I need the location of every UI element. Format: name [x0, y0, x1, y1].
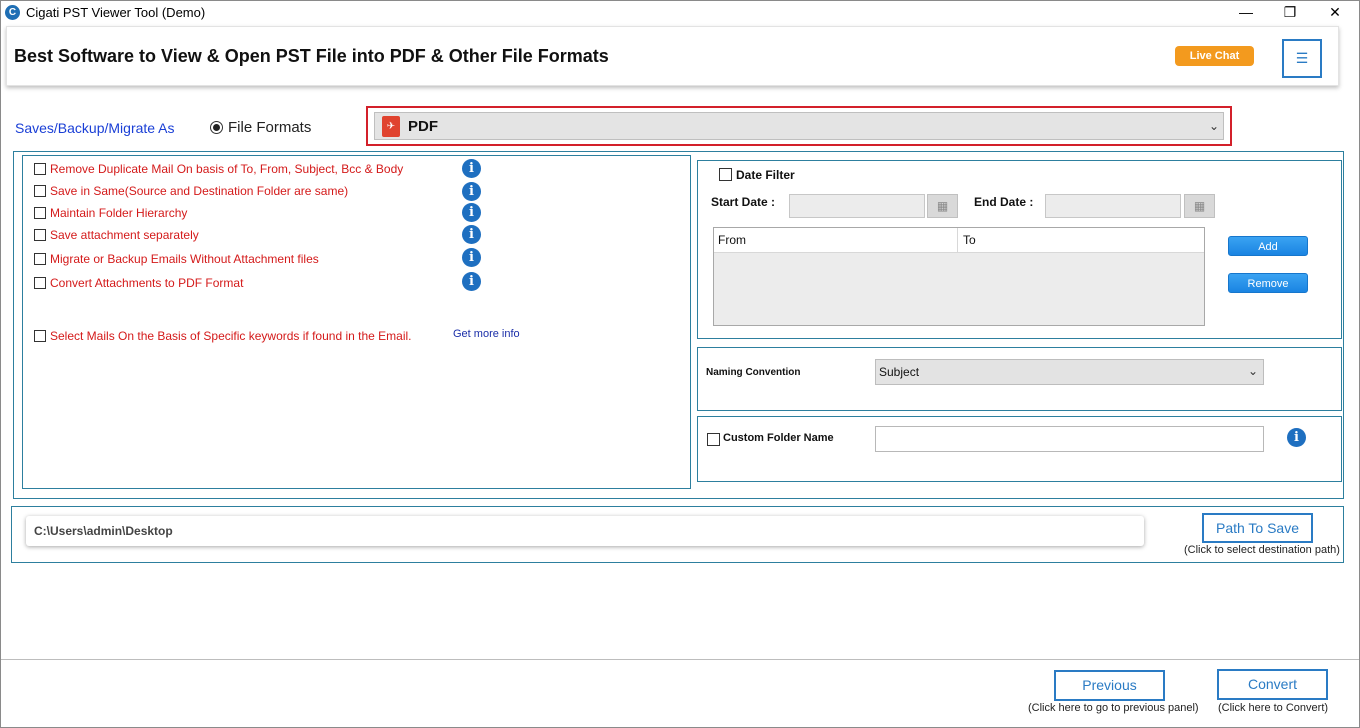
- naming-convention-dropdown[interactable]: Subject ⌄: [875, 359, 1264, 385]
- end-date-input[interactable]: [1045, 194, 1181, 218]
- date-filter-label: Date Filter: [736, 168, 795, 182]
- pdf-icon: ✈: [382, 116, 400, 137]
- info-icon[interactable]: i: [462, 225, 481, 244]
- naming-convention-panel: Naming Convention Subject ⌄: [697, 347, 1342, 411]
- options-panel: Remove Duplicate Mail On basis of To, Fr…: [22, 155, 691, 489]
- format-select-highlight: ✈ PDF ⌄: [366, 106, 1232, 146]
- calendar-icon: ▦: [936, 199, 949, 213]
- info-icon[interactable]: i: [462, 248, 481, 267]
- end-date-calendar-button[interactable]: ▦: [1184, 194, 1215, 218]
- info-icon[interactable]: i: [462, 272, 481, 291]
- chevron-down-icon: ⌄: [1209, 119, 1220, 133]
- convert-attachments-checkbox[interactable]: [34, 277, 46, 289]
- close-button[interactable]: ✕: [1312, 1, 1358, 25]
- minimize-button[interactable]: —: [1223, 1, 1269, 25]
- custom-folder-input[interactable]: [875, 426, 1264, 452]
- live-chat-button[interactable]: Live Chat: [1175, 46, 1254, 66]
- convert-hint: (Click here to Convert): [1218, 702, 1329, 714]
- convert-button[interactable]: Convert: [1217, 669, 1328, 700]
- info-icon[interactable]: i: [462, 203, 481, 222]
- option-label: Migrate or Backup Emails Without Attachm…: [50, 252, 319, 266]
- title-bar: C Cigati PST Viewer Tool (Demo) — ❐ ✕: [1, 1, 1359, 25]
- header-banner: Best Software to View & Open PST File in…: [6, 26, 1339, 86]
- app-logo-icon: C: [5, 5, 20, 20]
- maximize-button[interactable]: ❐: [1267, 1, 1313, 25]
- path-to-save-hint: (Click to select destination path): [1184, 544, 1340, 556]
- hamburger-icon: ☰: [1295, 50, 1309, 66]
- custom-folder-checkbox[interactable]: [707, 433, 720, 446]
- naming-convention-label: Naming Convention: [706, 367, 801, 378]
- start-date-label: Start Date :: [711, 195, 776, 209]
- save-attachment-checkbox[interactable]: [34, 229, 46, 241]
- format-dropdown[interactable]: ✈ PDF ⌄: [374, 112, 1224, 140]
- info-icon[interactable]: i: [462, 182, 481, 201]
- option-label: Remove Duplicate Mail On basis of To, Fr…: [50, 162, 404, 176]
- remove-duplicate-checkbox[interactable]: [34, 163, 46, 175]
- calendar-icon: ▦: [1193, 199, 1206, 213]
- remove-date-button[interactable]: Remove: [1228, 273, 1308, 293]
- destination-path-panel: C:\Users\admin\Desktop Path To Save (Cli…: [11, 506, 1344, 563]
- save-as-label: Saves/Backup/Migrate As: [15, 120, 175, 136]
- date-range-table[interactable]: From To: [713, 227, 1205, 326]
- previous-button[interactable]: Previous: [1054, 670, 1165, 701]
- start-date-input[interactable]: [789, 194, 925, 218]
- destination-path-field[interactable]: C:\Users\admin\Desktop: [26, 516, 1144, 546]
- get-more-info-link[interactable]: Get more info: [453, 328, 520, 340]
- window-title: Cigati PST Viewer Tool (Demo): [26, 5, 206, 20]
- previous-hint: (Click here to go to previous panel): [1028, 702, 1199, 714]
- save-in-same-checkbox[interactable]: [34, 185, 46, 197]
- menu-button[interactable]: ☰: [1282, 39, 1322, 78]
- path-to-save-button[interactable]: Path To Save: [1202, 513, 1313, 543]
- option-label: Save attachment separately: [50, 228, 199, 242]
- without-attachment-checkbox[interactable]: [34, 253, 46, 265]
- naming-convention-value: Subject: [879, 365, 920, 379]
- date-filter-checkbox[interactable]: [719, 168, 732, 181]
- add-date-button[interactable]: Add: [1228, 236, 1308, 256]
- destination-path-value: C:\Users\admin\Desktop: [34, 524, 173, 538]
- date-filter-panel: Date Filter Start Date : ▦ End Date : ▦ …: [697, 160, 1342, 339]
- file-formats-radio-label: File Formats: [228, 119, 312, 136]
- option-label: Save in Same(Source and Destination Fold…: [50, 184, 349, 198]
- end-date-label: End Date :: [974, 195, 1034, 209]
- option-label: Convert Attachments to PDF Format: [50, 276, 244, 290]
- custom-folder-panel: Custom Folder Name i: [697, 416, 1342, 482]
- date-range-table-header: From To: [714, 228, 1204, 253]
- page-title: Best Software to View & Open PST File in…: [14, 46, 609, 66]
- file-formats-radio[interactable]: [210, 121, 223, 134]
- option-label: Maintain Folder Hierarchy: [50, 206, 188, 220]
- info-icon[interactable]: i: [462, 159, 481, 178]
- footer-divider: [1, 659, 1359, 660]
- chevron-down-icon: ⌄: [1248, 364, 1259, 378]
- start-date-calendar-button[interactable]: ▦: [927, 194, 958, 218]
- info-icon[interactable]: i: [1287, 428, 1306, 447]
- format-selected-value: PDF: [408, 118, 438, 135]
- keyword-filter-checkbox[interactable]: [34, 330, 46, 342]
- maintain-hierarchy-checkbox[interactable]: [34, 207, 46, 219]
- option-label: Select Mails On the Basis of Specific ke…: [50, 329, 412, 343]
- app-window: C Cigati PST Viewer Tool (Demo) — ❐ ✕ Be…: [0, 0, 1360, 728]
- from-column-header: From: [714, 228, 958, 253]
- custom-folder-label: Custom Folder Name: [723, 432, 834, 444]
- to-column-header: To: [963, 233, 976, 247]
